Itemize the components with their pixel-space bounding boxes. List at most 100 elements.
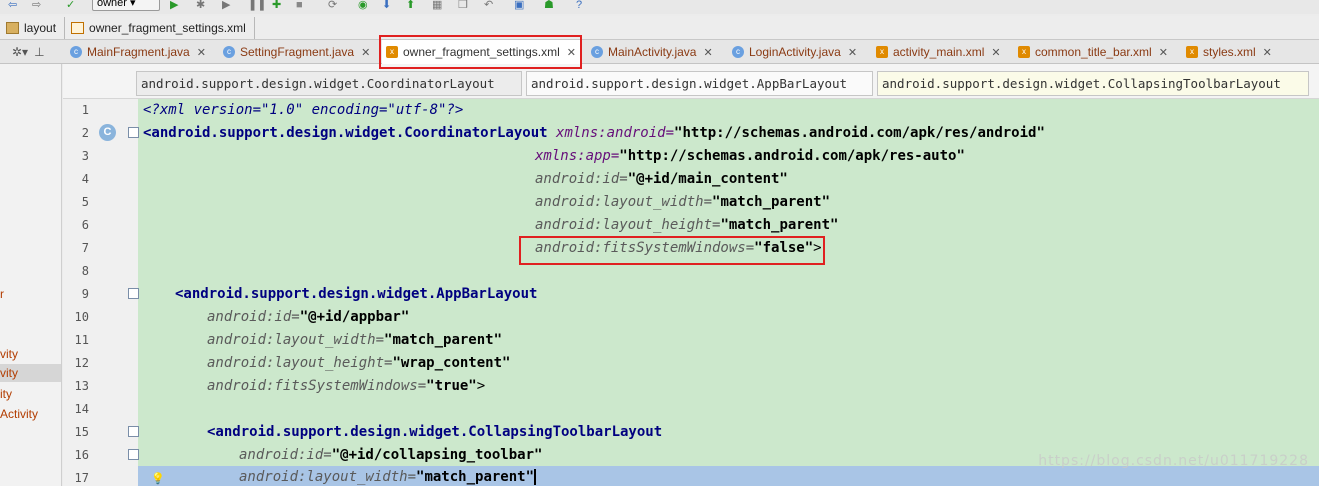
line-number: 7 [81, 241, 89, 255]
down-arrow-icon[interactable]: ⬇ [382, 0, 391, 11]
breadcrumb-label: layout [24, 20, 57, 35]
close-icon[interactable]: ✕ [991, 46, 1000, 59]
code-line-10: android:id="@+id/appbar" [207, 306, 409, 329]
tab-styles[interactable]: x styles.xml ✕ [1182, 42, 1272, 62]
tag-crumb-collapsing[interactable]: android.support.design.widget.Collapsing… [877, 71, 1309, 96]
pin-icon[interactable]: ⊥ [34, 45, 44, 59]
tab-settingfragment[interactable]: c SettingFragment.java ✕ [219, 42, 370, 62]
line-number: 3 [81, 149, 89, 163]
up-arrow-icon[interactable]: ⬆ [406, 0, 415, 11]
xml-prolog: <?xml version="1.0" encoding="utf-8"?> [143, 102, 464, 118]
breadcrumb-layout[interactable]: layout [0, 16, 66, 39]
attr-token: android:layout_width= [239, 469, 417, 485]
close-icon[interactable]: ✕ [703, 46, 712, 59]
class-gutter-icon[interactable]: C [99, 124, 116, 141]
sync-icon[interactable]: ⟳ [328, 0, 337, 11]
highlight-box-fits-system-windows [519, 236, 825, 265]
fold-icon[interactable] [128, 449, 139, 460]
tab-mainactivity[interactable]: c MainActivity.java ✕ [587, 42, 713, 62]
line-number: 15 [74, 425, 89, 439]
value-token: "@+id/appbar" [299, 309, 410, 325]
line-number: 11 [74, 333, 89, 347]
value-token: "http://schemas.android.com/apk/res-auto… [619, 148, 965, 164]
pause-icon[interactable]: ❚❚ [248, 0, 266, 11]
line-number: 10 [74, 310, 89, 324]
project-item[interactable]: vity [0, 345, 18, 363]
line-number: 14 [74, 402, 89, 416]
code-line-9: <android.support.design.widget.AppBarLay… [175, 283, 537, 306]
attach-icon[interactable]: ✚ [272, 0, 281, 11]
fold-icon[interactable] [128, 426, 139, 437]
close-icon[interactable]: ✕ [1263, 46, 1272, 59]
sdk-icon[interactable]: ◉ [358, 0, 368, 11]
code-editor[interactable]: android.support.design.widget.Coordinato… [63, 64, 1319, 486]
class-icon: c [223, 46, 235, 58]
code-line-5: android:layout_width="match_parent" [535, 191, 830, 214]
close-icon[interactable]: ✕ [1159, 46, 1168, 59]
xml-file-icon: x [876, 46, 888, 58]
main-toolbar: ⇦ ⇨ ✓ owner ▾ ▶ ✱ ▶ ❚❚ ✚ ■ ⟳ ◉ ⬇ ⬆ ▦ ❐ ↶… [0, 0, 1319, 14]
line-number: 1 [81, 103, 89, 117]
build-icon[interactable]: ✓ [66, 0, 75, 11]
help-icon[interactable]: ? [576, 0, 582, 11]
back-icon[interactable]: ⇦ [8, 0, 17, 11]
undo-icon[interactable]: ↶ [484, 0, 493, 11]
line-number: 2 [81, 126, 89, 140]
attr-token: android:layout_width= [207, 332, 385, 348]
project-item[interactable]: vity [0, 364, 61, 382]
code-line-2: <android.support.design.widget.Coordinat… [143, 122, 1045, 145]
structure-icon[interactable]: ▦ [432, 0, 442, 11]
folder-icon [6, 21, 19, 34]
attr-token: android:id= [535, 171, 628, 187]
forward-icon[interactable]: ⇨ [32, 0, 41, 11]
close-icon[interactable]: ✕ [197, 46, 206, 59]
project-item[interactable]: r [0, 285, 4, 303]
close-icon[interactable]: ✕ [848, 46, 857, 59]
line-number: 16 [74, 448, 89, 462]
breadcrumb-file[interactable]: owner_fragment_settings.xml [65, 16, 255, 39]
text-cursor [534, 469, 537, 485]
copy-icon[interactable]: ❐ [458, 0, 468, 11]
debug-icon[interactable]: ✱ [196, 0, 205, 11]
run-icon[interactable]: ▶ [170, 0, 178, 11]
tag-crumb-appbar[interactable]: android.support.design.widget.AppBarLayo… [526, 71, 873, 96]
android-icon[interactable]: ☗ [544, 0, 554, 11]
layout-icon[interactable]: ▣ [514, 0, 524, 11]
project-item[interactable]: ity [0, 385, 12, 403]
code-line-3: xmlns:app="http://schemas.android.com/ap… [535, 145, 965, 168]
code-line-15: <android.support.design.widget.Collapsin… [207, 421, 662, 444]
line-number: 17 [74, 471, 89, 485]
attr-token: android:fitsSystemWindows= [207, 378, 427, 394]
tab-label: styles.xml [1203, 45, 1256, 59]
code-line-16: android:id="@+id/collapsing_toolbar" [239, 444, 542, 467]
value-token: "match_parent" [720, 217, 839, 233]
line-number: 4 [81, 172, 89, 186]
lightbulb-icon[interactable]: 💡 [151, 472, 165, 485]
tab-label: MainActivity.java [608, 45, 697, 59]
fold-icon[interactable] [128, 127, 139, 138]
tag-crumb-coordinator[interactable]: android.support.design.widget.Coordinato… [136, 71, 522, 96]
run-config-dropdown[interactable]: owner ▾ [92, 0, 160, 11]
project-item[interactable]: Activity [0, 405, 38, 423]
code-line-1: <?xml version="1.0" encoding="utf-8"?> [143, 99, 463, 122]
attr-token: android:id= [239, 447, 332, 463]
xml-tag-breadcrumb: android.support.design.widget.Coordinato… [63, 64, 1319, 99]
attr-token: xmlns:android= [556, 125, 675, 141]
tab-common-title-bar[interactable]: x common_title_bar.xml ✕ [1014, 42, 1168, 62]
attr-token: android:layout_height= [207, 355, 393, 371]
tab-mainfragment[interactable]: c MainFragment.java ✕ [66, 42, 206, 62]
xml-file-icon: x [1018, 46, 1030, 58]
tab-label: LoginActivity.java [749, 45, 841, 59]
value-token: "true" [426, 378, 477, 394]
tab-activity-main[interactable]: x activity_main.xml ✕ [872, 42, 1001, 62]
gear-icon[interactable]: ✲▾ [12, 45, 28, 59]
fold-icon[interactable] [128, 288, 139, 299]
xml-file-icon [71, 21, 85, 34]
stop-icon[interactable]: ■ [296, 0, 303, 11]
tag-token: <android.support.design.widget.Coordinat… [143, 125, 557, 141]
tab-loginactivity[interactable]: c LoginActivity.java ✕ [728, 42, 857, 62]
attr-token: android:layout_width= [535, 194, 713, 210]
code-line-11: android:layout_width="match_parent" [207, 329, 502, 352]
profile-icon[interactable]: ▶ [222, 0, 230, 11]
close-icon[interactable]: ✕ [361, 46, 370, 59]
